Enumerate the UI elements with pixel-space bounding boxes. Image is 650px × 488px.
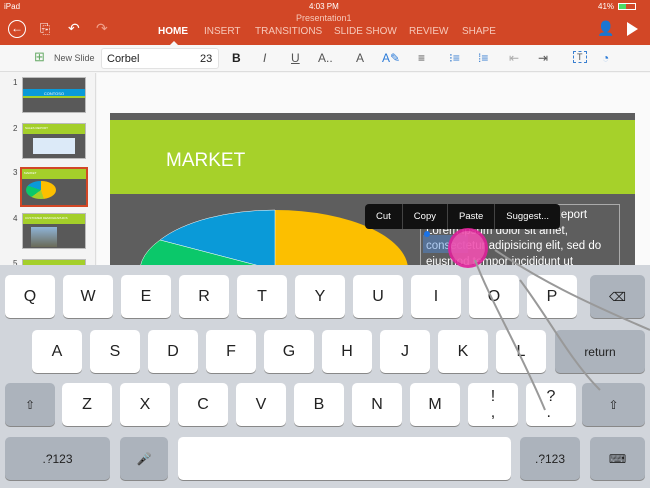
suggest-menu-item[interactable]: Suggest...	[495, 204, 560, 229]
key-0[interactable]: Z	[62, 383, 112, 426]
thumb-title: SALES REPORT	[23, 124, 85, 134]
redo-icon[interactable]: ↷	[96, 20, 108, 37]
battery-icon	[618, 3, 636, 10]
selection-handle[interactable]	[424, 231, 430, 237]
bold-button[interactable]: B	[232, 51, 241, 65]
key-t[interactable]: T	[237, 275, 287, 318]
thumb-title: CUSTOMER DEMOGRAPHICS	[23, 214, 85, 224]
shift-key-right[interactable]: ⇧	[582, 383, 645, 426]
device-label: iPad	[4, 2, 21, 11]
key-a[interactable]: A	[32, 330, 82, 373]
key-5[interactable]: N	[352, 383, 402, 426]
tab-home[interactable]: HOME	[158, 26, 188, 37]
file-icon[interactable]: ⎘	[40, 21, 50, 37]
thumb-number: 2	[13, 124, 18, 133]
key-r[interactable]: R	[179, 275, 229, 318]
backspace-key[interactable]: ⌫	[590, 275, 645, 318]
key-4[interactable]: B	[294, 383, 344, 426]
key-e[interactable]: E	[121, 275, 171, 318]
key-s[interactable]: S	[90, 330, 140, 373]
slide[interactable]: MARKET Contoso Regional Sales Report Lor…	[110, 113, 635, 283]
key-8[interactable]: ? .	[526, 383, 576, 426]
tab-shape[interactable]: SHAPE	[462, 26, 496, 37]
font-picker[interactable]: Corbel 23	[101, 48, 219, 69]
context-menu: Cut Copy Paste Suggest...	[365, 204, 561, 229]
undo-icon[interactable]: ↶	[68, 20, 80, 37]
key-2[interactable]: C	[178, 383, 228, 426]
title-bar: iPad 4:03 PM 41% Presentation1 ← ⎘ ↶ ↷ H…	[0, 0, 650, 45]
key-7[interactable]: ! ,	[468, 383, 518, 426]
cut-menu-item[interactable]: Cut	[365, 204, 403, 229]
align-left-icon[interactable]: ≡	[418, 51, 425, 65]
tab-transitions[interactable]: TRANSITIONS	[255, 26, 322, 37]
font-color-button[interactable]: A	[356, 51, 364, 65]
thumb-number: 1	[13, 78, 18, 87]
thumb-title: CONTOSO	[23, 89, 85, 98]
dismiss-keyboard-icon[interactable]: ⌨	[590, 437, 645, 480]
thumbnail-slide-1[interactable]: CONTOSO	[22, 77, 86, 113]
slide-thumbnails: 1 CONTOSO 2 SALES REPORT 3 MARKET 4 CUST…	[0, 73, 96, 295]
italic-button[interactable]: I	[263, 51, 266, 65]
key-f[interactable]: F	[206, 330, 256, 373]
thumbnail-slide-2[interactable]: SALES REPORT	[22, 123, 86, 159]
paste-menu-item[interactable]: Paste	[448, 204, 496, 229]
key-l[interactable]: L	[496, 330, 546, 373]
thumb-title: MARKET	[22, 169, 86, 179]
key-k[interactable]: K	[438, 330, 488, 373]
key-q[interactable]: Q	[5, 275, 55, 318]
tab-review[interactable]: REVIEW	[409, 26, 448, 37]
key-o[interactable]: O	[469, 275, 519, 318]
key-3[interactable]: V	[236, 383, 286, 426]
shift-key-left[interactable]: ⇧	[5, 383, 55, 426]
clock: 4:03 PM	[309, 2, 339, 11]
ribbon: ⊞ New Slide Corbel 23 B I U A.. A A✎ ≡ ⁝…	[0, 45, 650, 72]
copy-menu-item[interactable]: Copy	[403, 204, 448, 229]
tab-slide-show[interactable]: SLIDE SHOW	[334, 26, 397, 37]
tab-insert[interactable]: INSERT	[204, 26, 241, 37]
textbox-icon[interactable]: T	[573, 51, 587, 63]
key-h[interactable]: H	[322, 330, 372, 373]
battery-level: 41%	[598, 2, 615, 11]
key-w[interactable]: W	[63, 275, 113, 318]
microphone-icon[interactable]: 🎤	[120, 437, 168, 480]
thumbnail-slide-3[interactable]: MARKET	[20, 167, 88, 207]
touch-indicator	[448, 228, 488, 268]
play-icon[interactable]	[627, 22, 638, 36]
new-slide-button[interactable]: New Slide	[54, 53, 95, 63]
key-6[interactable]: M	[410, 383, 460, 426]
space-key[interactable]	[178, 437, 511, 480]
font-name: Corbel	[107, 53, 140, 65]
return-key[interactable]: return	[555, 330, 645, 373]
key-y[interactable]: Y	[295, 275, 345, 318]
more-font-button[interactable]: A..	[318, 51, 333, 65]
underline-button[interactable]: U	[291, 51, 300, 65]
key-i[interactable]: I	[411, 275, 461, 318]
outdent-icon[interactable]: ⇤	[509, 51, 519, 65]
document-title: Presentation1	[296, 13, 352, 23]
key-1[interactable]: X	[120, 383, 170, 426]
numbers-key-left[interactable]: .?123	[5, 437, 110, 480]
font-size[interactable]: 23	[200, 53, 212, 65]
thumbnail-slide-4[interactable]: CUSTOMER DEMOGRAPHICS	[22, 213, 86, 249]
bullets-icon[interactable]: ⁝≡	[449, 51, 460, 65]
thumb-number: 4	[13, 214, 18, 223]
new-slide-icon[interactable]: ⊞	[34, 49, 45, 65]
share-icon[interactable]: 👤	[597, 20, 614, 37]
key-j[interactable]: J	[380, 330, 430, 373]
back-icon[interactable]: ←	[8, 20, 26, 38]
key-d[interactable]: D	[148, 330, 198, 373]
key-u[interactable]: U	[353, 275, 403, 318]
key-g[interactable]: G	[264, 330, 314, 373]
shape-icon[interactable]: ◔	[602, 51, 609, 65]
thumb-number: 3	[13, 168, 18, 177]
indent-icon[interactable]: ⇥	[538, 51, 548, 65]
numbers-key-right[interactable]: .?123	[520, 437, 580, 480]
key-p[interactable]: P	[527, 275, 577, 318]
highlight-icon[interactable]: A✎	[382, 51, 400, 65]
numbering-icon[interactable]: ⁞≡	[478, 51, 488, 65]
